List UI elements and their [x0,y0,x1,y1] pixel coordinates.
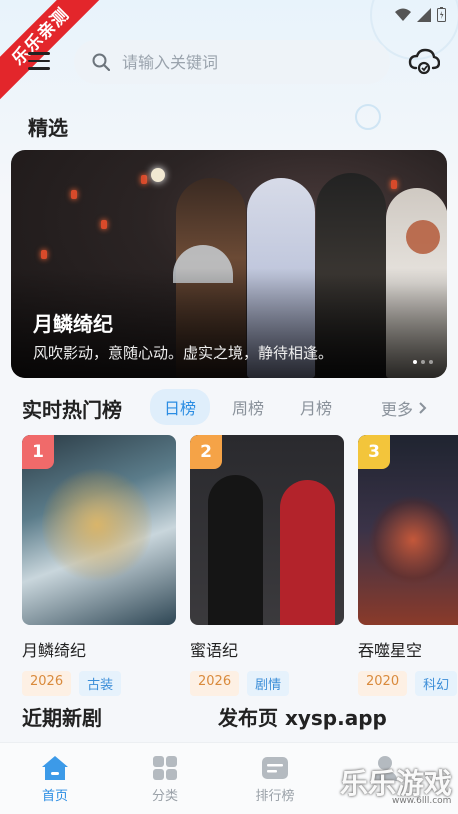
lantern-decor [41,250,47,259]
nav-category[interactable]: 分类 [110,743,220,814]
ranking-card[interactable]: 1 月鳞绮纪 2026 古装 [22,435,176,696]
publish-url[interactable]: 发布页 xysp.app [218,702,387,731]
year-tag: 2026 [22,671,72,696]
wifi-icon [395,8,411,21]
grid-icon [153,756,177,780]
battery-icon [437,7,446,22]
poster-image: 1 [22,435,176,625]
more-label: 更多 [381,400,414,419]
cloud-sync-icon[interactable] [408,48,440,76]
genre-tag: 古装 [79,671,122,696]
poster-art [208,475,263,625]
genre-tag: 科幻 [415,671,458,696]
banner-title: 月鳞绮纪 [33,312,113,336]
more-link[interactable]: 更多 [381,396,427,420]
decor-circle [355,104,381,130]
moon-decor [151,168,165,182]
lantern-decor [391,180,397,189]
featured-banner[interactable]: 月鳞绮纪 风吹影动，意随心动。虚实之境，静待相逢。 [11,150,447,378]
nav-label: 首页 [41,789,68,804]
recent-heading: 近期新剧 [22,706,102,730]
poster-art [42,465,152,585]
genre-tag: 剧情 [247,671,290,696]
card-title: 吞噬星空 [358,641,423,660]
nav-label: 分类 [151,789,178,804]
ranking-tabs: 日榜 周榜 月榜 [150,389,354,425]
rank-badge: 1 [22,435,54,469]
year-tag: 2020 [358,671,408,696]
lantern-decor [141,175,147,184]
hot-ranking-heading: 实时热门榜 [22,398,122,422]
watermark-url: www.6lll.com [392,796,452,806]
tab-daily[interactable]: 日榜 [150,389,211,425]
featured-heading: 精选 [28,116,68,140]
poster-image: 2 [190,435,344,625]
carousel-indicator [413,360,433,364]
home-icon [42,756,68,780]
nav-label: 排行榜 [255,789,295,804]
rank-badge: 3 [358,435,390,469]
ranking-card[interactable]: 3 吞噬星空 2020 科幻 [358,435,458,696]
lantern-decor [101,220,107,229]
banner-description: 风吹影动，意随心动。虚实之境，静待相逢。 [33,344,334,362]
ranking-card[interactable]: 2 蜜语纪 2026 剧情 [190,435,344,696]
menu-icon[interactable] [28,52,50,70]
card-title: 蜜语纪 [190,641,239,660]
signal-icon [417,7,431,22]
poster-art [280,480,335,625]
fan-prop [406,220,440,254]
card-title: 月鳞绮纪 [22,641,87,660]
nav-home[interactable]: 首页 [0,743,110,814]
tab-monthly[interactable]: 月榜 [286,389,346,425]
poster-image: 3 [358,435,458,625]
chevron-right-icon [419,402,427,414]
status-icons [395,7,446,22]
lantern-decor [71,190,77,199]
rank-badge: 2 [190,435,222,469]
year-tag: 2026 [190,671,240,696]
nav-ranking[interactable]: 排行榜 [220,743,330,814]
ranking-icon [262,757,288,779]
poster-art [368,495,458,585]
search-bar[interactable] [74,40,390,84]
search-input[interactable] [122,52,362,72]
search-icon [92,53,110,71]
tab-weekly[interactable]: 周榜 [218,389,278,425]
